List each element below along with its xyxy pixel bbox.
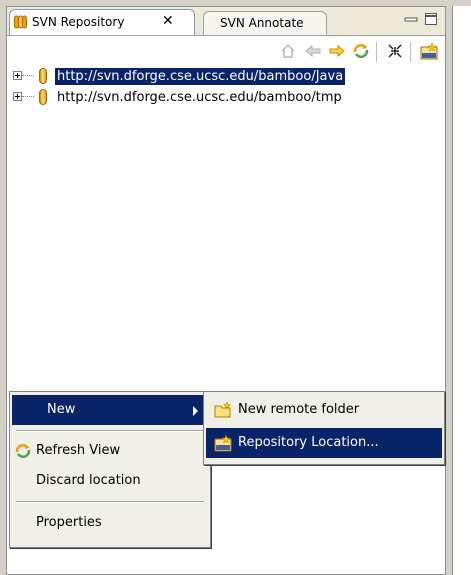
menu-item-label: Refresh View <box>36 443 121 458</box>
context-menu: New Refresh View Discard location Proper… <box>9 391 211 548</box>
collapse-all-icon[interactable] <box>386 42 404 60</box>
menu-item-label: New <box>47 402 76 417</box>
new-submenu: New remote folder Repository Location... <box>203 391 445 465</box>
tree-connector <box>22 75 34 76</box>
expand-icon[interactable] <box>13 71 22 80</box>
tab-svn-annotate[interactable]: SVN Annotate <box>203 11 327 35</box>
new-svn-repository-icon[interactable] <box>420 42 438 60</box>
home-icon[interactable] <box>279 42 297 60</box>
repository-icon <box>39 89 47 105</box>
close-tab-icon[interactable]: ✕ <box>162 13 174 29</box>
menu-separator <box>16 501 204 503</box>
tab-label: SVN Repository <box>32 15 125 29</box>
menu-item-discard-location[interactable]: Discard location <box>12 466 208 496</box>
tab-bar: SVN Repository ✕ SVN Annotate <box>7 7 445 36</box>
menu-item-label: Repository Location... <box>238 435 379 450</box>
tree-connector <box>22 96 34 97</box>
back-arrow-icon[interactable] <box>304 42 322 60</box>
repository-url[interactable]: http://svn.dforge.cse.ucsc.edu/bamboo/Ja… <box>55 68 346 85</box>
expand-icon[interactable] <box>13 92 22 101</box>
svn-repository-icon <box>14 15 27 29</box>
tree-row[interactable]: http://svn.dforge.cse.ucsc.edu/bamboo/tm… <box>7 87 445 108</box>
repository-tree: http://svn.dforge.cse.ucsc.edu/bamboo/Ja… <box>7 66 445 108</box>
menu-item-label: Properties <box>36 515 102 530</box>
menu-separator <box>16 430 204 432</box>
repository-url[interactable]: http://svn.dforge.cse.ucsc.edu/bamboo/tm… <box>55 89 344 106</box>
menu-item-label: Discard location <box>36 473 141 488</box>
adjacent-editor-pane <box>452 6 471 575</box>
refresh-icon[interactable] <box>352 42 370 60</box>
menu-item-new-remote-folder[interactable]: New remote folder <box>206 395 442 425</box>
view-toolbar <box>7 36 445 66</box>
refresh-icon <box>15 444 31 458</box>
new-folder-icon <box>214 401 232 418</box>
maximize-icon[interactable] <box>423 11 439 27</box>
menu-item-new[interactable]: New <box>12 395 208 425</box>
toolbar-separator <box>410 42 411 62</box>
forward-arrow-icon[interactable] <box>328 42 346 60</box>
menu-item-repository-location[interactable]: Repository Location... <box>206 428 442 458</box>
tree-row[interactable]: http://svn.dforge.cse.ucsc.edu/bamboo/Ja… <box>7 66 445 87</box>
minimize-icon[interactable] <box>403 11 419 27</box>
tab-svn-repository[interactable]: SVN Repository ✕ <box>9 9 195 35</box>
new-svn-repository-icon <box>214 434 232 452</box>
tab-label: SVN Annotate <box>220 16 304 30</box>
toolbar-separator <box>376 42 377 62</box>
repository-icon <box>39 68 47 84</box>
menu-item-label: New remote folder <box>238 402 360 417</box>
menu-item-properties[interactable]: Properties <box>12 508 208 538</box>
menu-item-refresh-view[interactable]: Refresh View <box>12 436 208 466</box>
submenu-arrow-icon <box>193 406 198 416</box>
